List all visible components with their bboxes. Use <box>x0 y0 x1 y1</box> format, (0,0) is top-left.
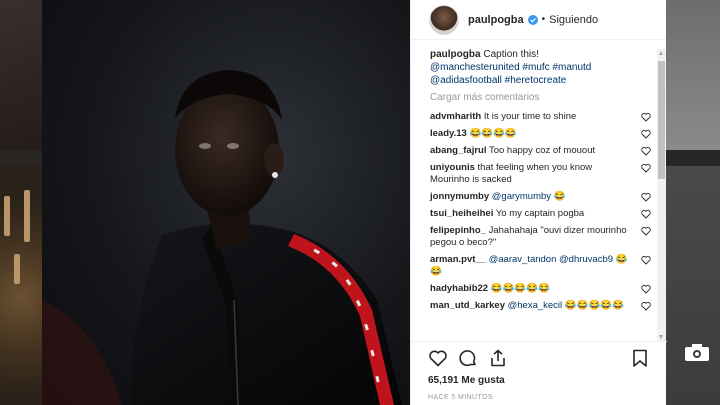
comment-item: tsui_heiheihei Yo my captain pogba <box>430 208 651 220</box>
caption-tags[interactable]: @adidasfootball #heretocreate <box>430 75 566 86</box>
comment-text: 😂😂😂😂 <box>469 128 517 139</box>
comment-icon[interactable] <box>458 348 478 368</box>
comment-item: jonnymumby @garymumby 😂 <box>430 191 651 203</box>
comment-text: 😂😂😂😂😂 <box>490 283 550 294</box>
comment-mention[interactable]: @hexa_kecil <box>508 300 563 311</box>
heart-icon[interactable] <box>641 301 651 311</box>
feed-thumbnail[interactable] <box>666 0 720 150</box>
background-feed-right <box>666 0 720 405</box>
likes-count[interactable]: 65,191 Me gusta <box>428 375 651 386</box>
heart-icon[interactable] <box>641 255 651 265</box>
heart-icon[interactable] <box>641 226 651 236</box>
load-more-comments-link[interactable]: Cargar más comentarios <box>430 92 651 103</box>
video-camera-icon <box>685 344 709 361</box>
comment-item: advmharith It is your time to shine <box>430 111 651 123</box>
comment-username[interactable]: felipepinho_ <box>430 225 486 236</box>
following-button[interactable]: Siguiendo <box>549 14 598 26</box>
comment-item: hadyhabib22 😂😂😂😂😂 <box>430 283 651 295</box>
comment-text: It is your time to shine <box>483 111 577 122</box>
feed-thumbnail[interactable] <box>0 0 42 150</box>
comment-item: uniyounis that feeling when you know Mou… <box>430 162 651 186</box>
verified-badge-icon <box>527 14 538 25</box>
comment-item: leady.13 😂😂😂😂 <box>430 128 651 140</box>
heart-icon[interactable] <box>641 192 651 202</box>
comment-username[interactable]: uniyounis <box>430 162 475 173</box>
comment-text: 😂 <box>553 191 566 202</box>
comment-username[interactable]: leady.13 <box>430 128 467 139</box>
scrollbar-thumb[interactable] <box>658 61 665 179</box>
feed-thumbnail[interactable] <box>666 166 720 405</box>
comment-item: abang_fajrul Too happy coz of mouout <box>430 145 651 157</box>
bookmark-icon[interactable] <box>630 348 650 368</box>
comment-text: Yo my captain pogba <box>495 208 585 219</box>
comment-text: Too happy coz of mouout <box>488 145 596 156</box>
heart-icon[interactable] <box>428 348 448 368</box>
comment-username[interactable]: abang_fajrul <box>430 145 487 156</box>
caption-tags[interactable]: @manchesterunited #mufc #manutd <box>430 62 591 73</box>
comment-text: 😂😂😂😂😂 <box>564 300 624 311</box>
comment-item: arman.pvt__ @aarav_tandon @dhruvacb9 😂😂 <box>430 254 651 278</box>
avatar[interactable] <box>429 4 459 35</box>
share-icon[interactable] <box>488 348 508 368</box>
scroll-down-arrow-icon[interactable] <box>659 335 663 339</box>
player-portrait-illustration <box>42 70 402 405</box>
comment-username[interactable]: advmharith <box>430 111 481 122</box>
post-details-panel: paulpogba • Siguiendo paulpogba Caption … <box>410 0 667 405</box>
caption-username[interactable]: paulpogba <box>430 49 481 60</box>
caption-text: Caption this! <box>483 49 539 60</box>
comment-username[interactable]: jonnymumby <box>430 191 489 202</box>
heart-icon[interactable] <box>641 209 651 219</box>
background-feed-left <box>0 0 42 405</box>
heart-icon[interactable] <box>641 129 651 139</box>
post-timestamp: HACE 5 MINUTOS <box>428 394 493 401</box>
heart-icon[interactable] <box>641 146 651 156</box>
comment-mention[interactable]: @aarav_tandon <box>489 254 557 265</box>
post-caption: paulpogba Caption this! @manchesterunite… <box>430 48 651 87</box>
comment-mention[interactable]: @garymumby <box>492 191 551 202</box>
feed-thumbnail[interactable] <box>0 166 42 405</box>
comments-list: paulpogba Caption this! @manchesterunite… <box>411 41 667 341</box>
post-photo[interactable] <box>42 0 410 405</box>
heart-icon[interactable] <box>641 163 651 173</box>
comment-item: felipepinho_ Jahahahaja "ouvi dizer mour… <box>430 225 651 249</box>
comment-username[interactable]: tsui_heiheihei <box>430 208 493 219</box>
comment-username[interactable]: man_utd_karkey <box>430 300 505 311</box>
scroll-up-arrow-icon[interactable] <box>659 51 663 55</box>
heart-icon[interactable] <box>641 112 651 122</box>
header-username[interactable]: paulpogba <box>468 14 524 26</box>
comment-mention[interactable]: @dhruvacb9 <box>559 254 613 265</box>
post-actions: 65,191 Me gusta HACE 5 MINUTOS <box>411 341 667 405</box>
comments-scrollbar[interactable] <box>657 49 666 341</box>
comment-username[interactable]: hadyhabib22 <box>430 283 488 294</box>
heart-icon[interactable] <box>641 284 651 294</box>
post-header: paulpogba • Siguiendo <box>411 0 666 40</box>
comment-username[interactable]: arman.pvt__ <box>430 254 486 265</box>
header-separator: • <box>541 14 546 25</box>
comment-item: man_utd_karkey @hexa_kecil 😂😂😂😂😂 <box>430 300 651 312</box>
